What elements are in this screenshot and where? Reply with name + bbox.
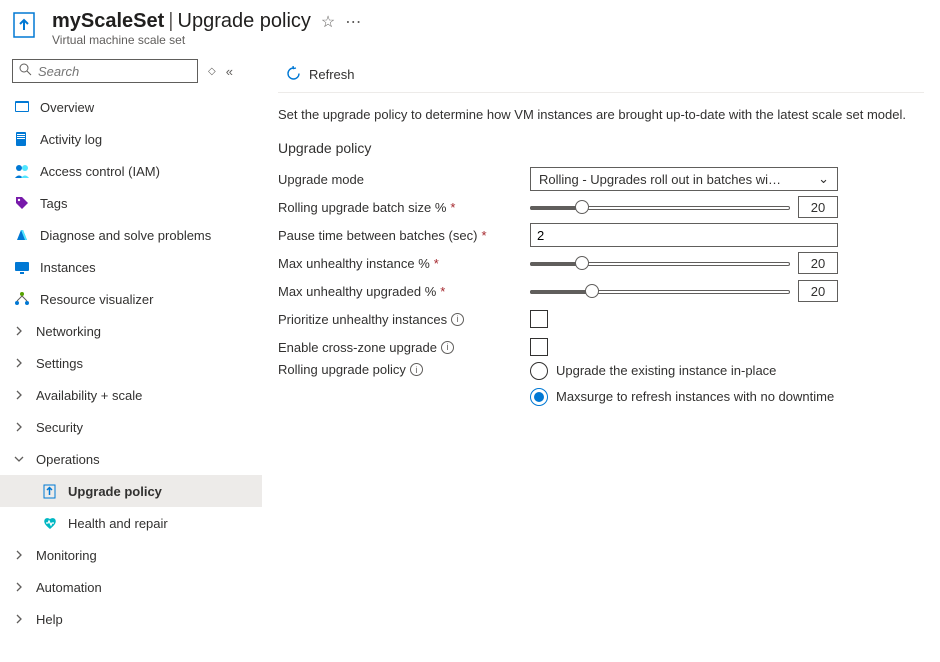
crosszone-checkbox[interactable] bbox=[530, 338, 548, 356]
info-icon[interactable]: i bbox=[410, 363, 423, 376]
chevron-down-icon: ⌄ bbox=[818, 171, 829, 187]
chevron-right-icon bbox=[14, 356, 26, 371]
rolling-policy-label: Rolling upgrade policy i bbox=[278, 362, 530, 377]
radio-inplace[interactable]: Upgrade the existing instance in-place bbox=[530, 362, 834, 380]
nav-item-instances[interactable]: Instances bbox=[0, 251, 262, 283]
access-icon bbox=[14, 163, 30, 179]
chevron-right-icon bbox=[14, 388, 26, 403]
max-upgraded-label: Max unhealthy upgraded % * bbox=[278, 284, 530, 299]
nav-item-tags[interactable]: Tags bbox=[0, 187, 262, 219]
chevron-down-icon bbox=[14, 452, 26, 467]
refresh-label: Refresh bbox=[309, 67, 355, 82]
batch-size-label: Rolling upgrade batch size % * bbox=[278, 200, 530, 215]
nav-item-diagnose-and-solve-problems[interactable]: Diagnose and solve problems bbox=[0, 219, 262, 251]
max-unhealthy-slider[interactable] bbox=[530, 254, 790, 272]
batch-size-slider[interactable] bbox=[530, 198, 790, 216]
search-input-wrap[interactable] bbox=[12, 59, 198, 83]
tags-icon bbox=[14, 195, 30, 211]
more-icon[interactable]: ⋯ bbox=[345, 12, 361, 32]
search-icon bbox=[19, 63, 32, 79]
prioritize-label: Prioritize unhealthy instances i bbox=[278, 312, 530, 327]
chevron-right-icon bbox=[14, 548, 26, 563]
nav-group-security[interactable]: Security bbox=[0, 411, 262, 443]
nav-group-monitoring[interactable]: Monitoring bbox=[0, 539, 262, 571]
nav-group-networking[interactable]: Networking bbox=[0, 315, 262, 347]
refresh-icon bbox=[286, 66, 301, 84]
instances-icon bbox=[14, 259, 30, 275]
refresh-button[interactable]: Refresh bbox=[278, 62, 363, 88]
nav-group-availability-scale[interactable]: Availability + scale bbox=[0, 379, 262, 411]
favorite-icon[interactable]: ☆ bbox=[321, 12, 335, 32]
resource-type: Virtual machine scale set bbox=[52, 33, 361, 47]
nav-item-resource-visualizer[interactable]: Resource visualizer bbox=[0, 283, 262, 315]
nav-group-operations[interactable]: Operations bbox=[0, 443, 262, 475]
chevron-right-icon bbox=[14, 420, 26, 435]
overview-icon bbox=[14, 99, 30, 115]
nav-group-settings[interactable]: Settings bbox=[0, 347, 262, 379]
nav-item-upgrade-policy[interactable]: Upgrade policy bbox=[0, 475, 262, 507]
crosszone-label: Enable cross-zone upgrade i bbox=[278, 340, 530, 355]
nav-group-help[interactable]: Help bbox=[0, 603, 262, 635]
max-unhealthy-value[interactable]: 20 bbox=[798, 252, 838, 274]
section-title: Upgrade policy bbox=[278, 140, 924, 156]
upgrade-icon bbox=[42, 483, 58, 499]
max-unhealthy-label: Max unhealthy instance % * bbox=[278, 256, 530, 271]
chevron-right-icon bbox=[14, 580, 26, 595]
chevron-right-icon bbox=[14, 612, 26, 627]
nav-item-health-and-repair[interactable]: Health and repair bbox=[0, 507, 262, 539]
diagnose-icon bbox=[14, 227, 30, 243]
batch-size-value[interactable]: 20 bbox=[798, 196, 838, 218]
nav-group-automation[interactable]: Automation bbox=[0, 571, 262, 603]
radio-maxsurge[interactable]: Maxsurge to refresh instances with no do… bbox=[530, 388, 834, 406]
intro-text: Set the upgrade policy to determine how … bbox=[278, 107, 924, 122]
visualizer-icon bbox=[14, 291, 30, 307]
page-title: myScaleSet|Upgrade policy bbox=[52, 10, 311, 33]
pin-icon[interactable]: ◇ bbox=[208, 66, 216, 77]
prioritize-checkbox[interactable] bbox=[530, 310, 548, 328]
search-input[interactable] bbox=[38, 64, 191, 79]
nav-item-activity-log[interactable]: Activity log bbox=[0, 123, 262, 155]
max-upgraded-value[interactable]: 20 bbox=[798, 280, 838, 302]
chevron-right-icon bbox=[14, 324, 26, 339]
resource-icon bbox=[12, 10, 42, 40]
collapse-icon[interactable]: « bbox=[226, 64, 233, 79]
info-icon[interactable]: i bbox=[451, 313, 464, 326]
health-icon bbox=[42, 515, 58, 531]
pause-time-label: Pause time between batches (sec) * bbox=[278, 228, 530, 243]
pause-time-input[interactable] bbox=[530, 223, 838, 247]
max-upgraded-slider[interactable] bbox=[530, 282, 790, 300]
nav-item-overview[interactable]: Overview bbox=[0, 91, 262, 123]
nav-item-access-control-iam-[interactable]: Access control (IAM) bbox=[0, 155, 262, 187]
upgrade-mode-label: Upgrade mode bbox=[278, 172, 530, 187]
activity-icon bbox=[14, 131, 30, 147]
info-icon[interactable]: i bbox=[441, 341, 454, 354]
upgrade-mode-select[interactable]: Rolling - Upgrades roll out in batches w… bbox=[530, 167, 838, 191]
